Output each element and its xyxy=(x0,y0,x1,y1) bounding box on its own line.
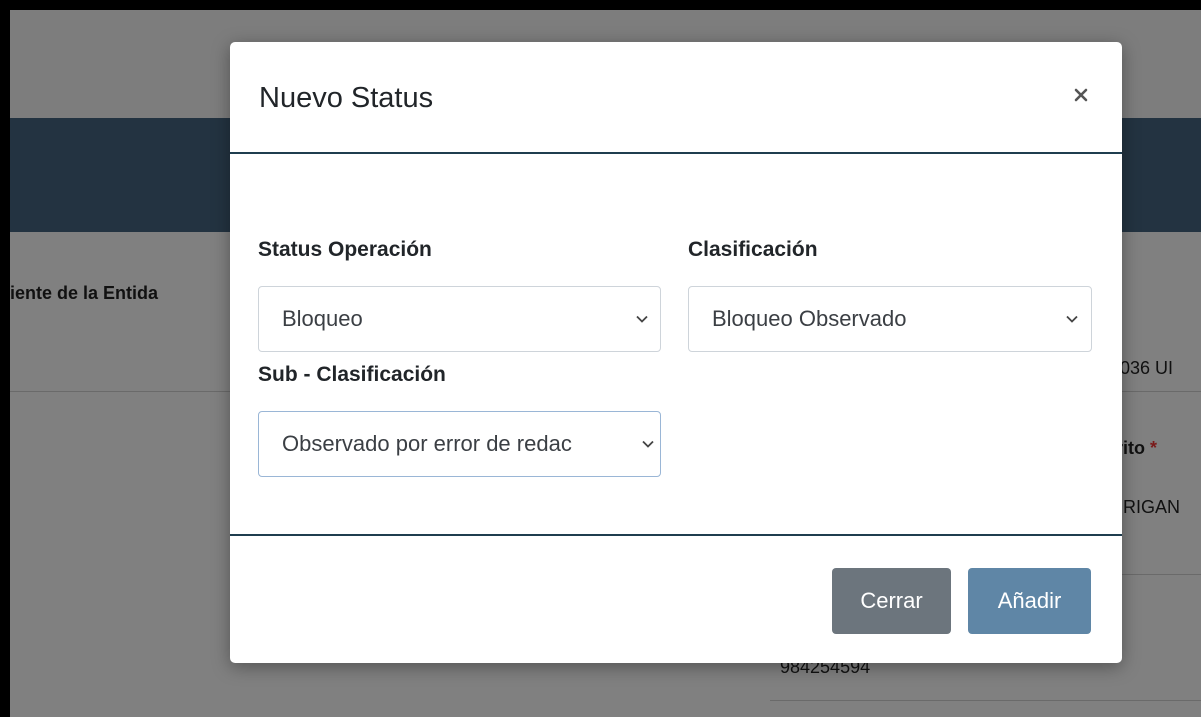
background-field-label: iente de la Entida xyxy=(10,283,159,303)
anadir-button[interactable]: Añadir xyxy=(968,568,1091,634)
sub-clasificacion-label: Sub - Clasificación xyxy=(258,363,446,386)
chevron-down-icon xyxy=(1066,315,1078,323)
chevron-down-icon xyxy=(636,315,648,323)
clasificacion-value: Bloqueo Observado xyxy=(712,306,907,331)
cerrar-button[interactable]: Cerrar xyxy=(832,568,951,634)
status-operacion-label: Status Operación xyxy=(258,238,432,261)
clasificacion-label: Clasificación xyxy=(688,238,818,261)
modal-footer: Cerrar Añadir xyxy=(230,534,1122,663)
background-divider xyxy=(770,700,1201,701)
status-operacion-select[interactable]: Bloqueo xyxy=(258,286,661,352)
chevron-down-icon xyxy=(642,440,654,448)
close-icon xyxy=(1074,88,1088,102)
modal-title: Nuevo Status xyxy=(259,82,434,114)
close-button[interactable] xyxy=(1066,80,1096,110)
new-status-modal: Nuevo Status Status Operación Bloqueo Cl… xyxy=(230,42,1122,663)
modal-header: Nuevo Status xyxy=(230,42,1122,154)
sub-clasificacion-select[interactable]: Observado por error de redac xyxy=(258,411,661,477)
clasificacion-select[interactable]: Bloqueo Observado xyxy=(688,286,1092,352)
screenshot-frame: iente de la Entida 1036 UI trito * URIGA… xyxy=(0,0,1201,717)
status-operacion-value: Bloqueo xyxy=(282,306,363,331)
sub-clasificacion-value: Observado por error de redac xyxy=(282,431,572,456)
